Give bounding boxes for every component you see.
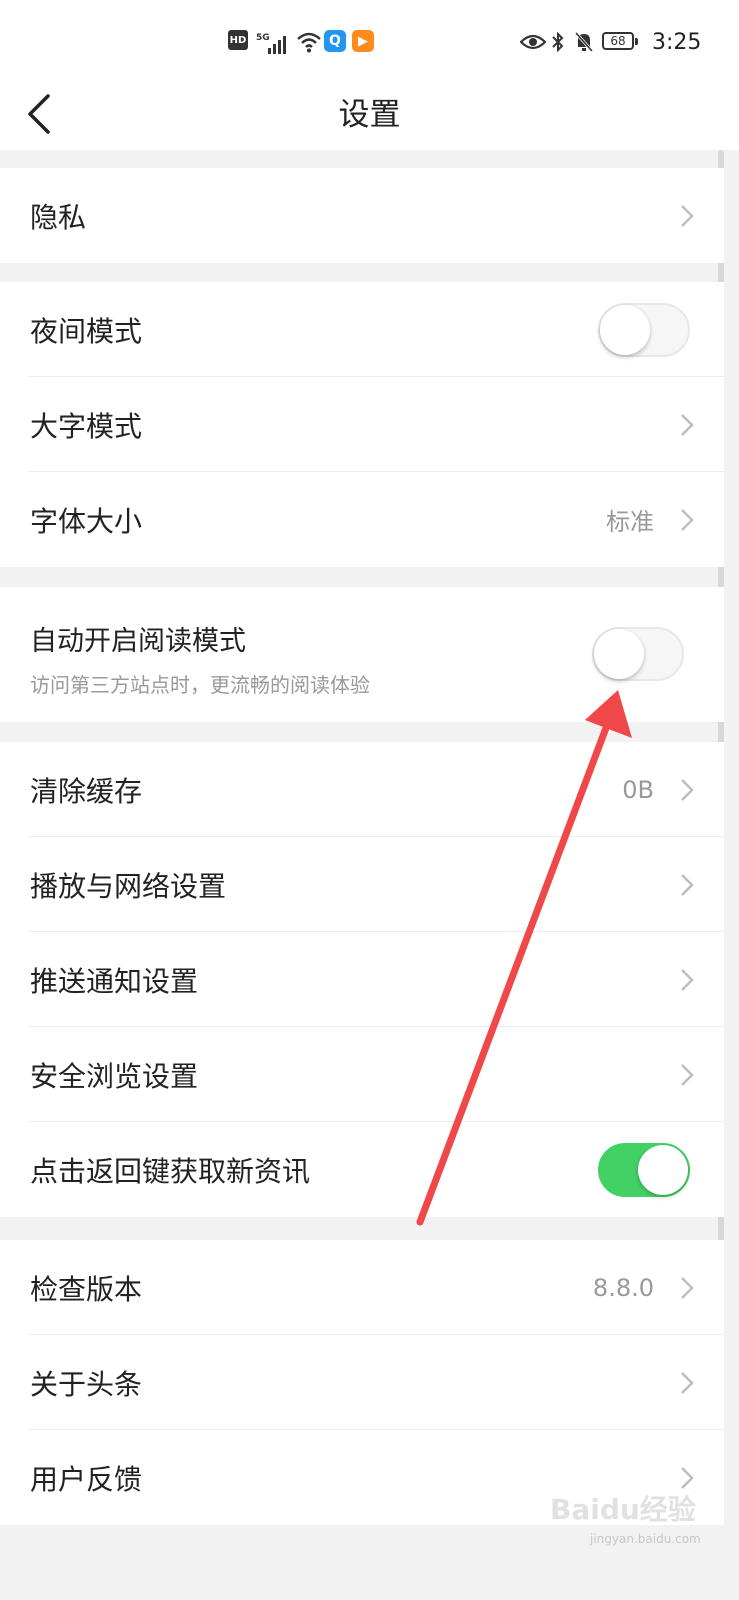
watermark-url: jingyan.baidu.com bbox=[590, 1532, 701, 1546]
annotation-arrow bbox=[416, 690, 632, 1226]
baidu-watermark: Baidu经验 bbox=[550, 1493, 696, 1526]
